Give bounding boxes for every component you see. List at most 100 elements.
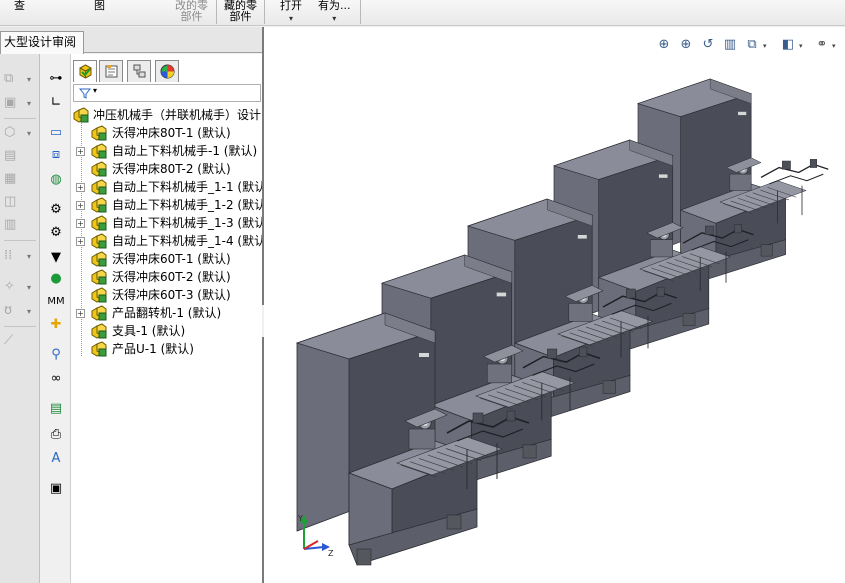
chevron-down-icon: ▾ (27, 252, 32, 261)
gear-icon[interactable]: ⚙ (47, 224, 65, 242)
ribbon-item-label: 部件 (229, 10, 252, 23)
ribbon-item-hidden-components[interactable]: 藏的零 部件 (224, 0, 257, 22)
ribbon-item-label: 图 (94, 0, 105, 12)
tree-item-label: 自动上下料机械手_1-2 (默认) (112, 198, 262, 212)
ribbon-item-check[interactable]: 查 (14, 0, 25, 11)
subassembly-icon (91, 197, 107, 213)
tree-item[interactable]: + 自动上下料机械手_1-1 (默认) (71, 178, 262, 196)
move-component-icon[interactable]: ⬡ (4, 126, 22, 140)
binoculars-icon[interactable]: ∞ (47, 370, 65, 388)
chevron-down-icon: ▾ (288, 14, 293, 23)
component-icon (91, 323, 107, 339)
command-ribbon: 查 图 改的零 部件 藏的零 部件 打开 ▾ 有为... ▾ (0, 0, 845, 26)
tree-item[interactable]: 沃得冲床60T-3 (默认) (71, 286, 262, 304)
assembly-feature-icon[interactable]: ▦ (4, 172, 22, 186)
tree-item-label: 沃得冲床60T-3 (默认) (112, 288, 231, 302)
ribbon-item-label: 打开 (280, 0, 302, 12)
report-icon[interactable]: ▣ (47, 480, 65, 498)
tree-item[interactable]: + 自动上下料机械手_1-4 (默认) (71, 232, 262, 250)
tree-item[interactable]: 沃得冲床60T-2 (默认) (71, 268, 262, 286)
print-icon[interactable]: ⎙ (47, 426, 65, 444)
tab-configuration-manager[interactable] (127, 60, 151, 82)
tree-item[interactable]: 沃得冲床80T-2 (默认) (71, 160, 262, 178)
excel-icon[interactable]: ▤ (47, 400, 65, 418)
ribbon-tab-row: 大型设计审阅 (0, 27, 262, 54)
chevron-down-icon: ▾ (27, 307, 32, 316)
chevron-down-icon: ▾ (27, 129, 32, 138)
tree-item[interactable]: 沃得冲床80T-1 (默认) (71, 124, 262, 142)
tab-large-design-review[interactable]: 大型设计审阅 (0, 31, 84, 54)
feature-tree-icon (79, 64, 92, 79)
expand-icon[interactable]: + (76, 147, 85, 156)
smart-fasteners-icon[interactable]: ʊ (4, 304, 22, 318)
reference-geometry-icon[interactable]: ◫ (4, 195, 22, 209)
show-hidden-icon[interactable]: ▤ (4, 149, 22, 163)
globe-icon[interactable]: ◍ (47, 171, 65, 189)
tree-item[interactable]: + 产品翻转机-1 (默认) (71, 304, 262, 322)
assembly-model-view[interactable]: YZ (264, 27, 845, 583)
tree-item[interactable]: + 自动上下料机械手_1-2 (默认) (71, 196, 262, 214)
feature-tree: 冲压机械手（并联机械手）设计 沃得冲床80T-1 (默认) + 自动上下料机械手-1 … (71, 106, 262, 358)
move-icon[interactable]: ✚ (47, 316, 65, 334)
tree-item[interactable]: + 自动上下料机械手-1 (默认) (71, 142, 262, 160)
separator (4, 240, 36, 241)
expand-icon[interactable]: + (76, 183, 85, 192)
subassembly-icon (91, 179, 107, 195)
subassembly-icon (91, 305, 107, 321)
tree-root-assembly[interactable]: 冲压机械手（并联机械手）设计 (71, 106, 262, 124)
ribbon-item-open[interactable]: 打开 ▾ (280, 0, 302, 24)
component-icon (91, 341, 107, 357)
display-icon[interactable]: ▭ (47, 124, 65, 142)
axis-icon[interactable]: ∟ (47, 94, 65, 112)
tab-display-manager[interactable] (155, 60, 179, 82)
chevron-down-icon: ▾ (332, 14, 337, 23)
tree-item[interactable]: 沃得冲床60T-1 (默认) (71, 250, 262, 268)
tree-item-label: 沃得冲床60T-1 (默认) (112, 252, 231, 266)
ribbon-item-view[interactable]: 图 (94, 0, 105, 11)
ribbon-item-label: 部件 (180, 10, 203, 23)
search-icon[interactable]: ⚲ (47, 346, 65, 364)
configuration-icon (133, 64, 146, 78)
appearance-icon (160, 64, 175, 79)
funnel-icon[interactable]: ▼ (47, 249, 65, 267)
tree-item-label: 产品U-1 (默认) (112, 342, 194, 356)
graphics-viewport[interactable]: ⊕ ⊕ ↺ ▥ ⧉ ▾ ◧ ▾ ⚭ ▾ YZ (264, 27, 845, 583)
ribbon-item-modified-components[interactable]: 改的零 部件 (175, 0, 208, 22)
expand-icon[interactable]: + (76, 309, 85, 318)
expand-icon[interactable]: + (76, 219, 85, 228)
settings-icon[interactable]: ⚙ (47, 201, 65, 219)
tree-item[interactable]: 支具-1 (默认) (71, 322, 262, 340)
text-annotation-icon[interactable]: A (47, 450, 65, 468)
tree-item-label: 产品翻转机-1 (默认) (112, 306, 222, 320)
filter-icon (79, 88, 91, 99)
ribbon-separator (216, 0, 217, 24)
pin-icon[interactable]: ● (47, 270, 65, 288)
component-icon (91, 251, 107, 267)
ribbon-separator (360, 0, 361, 24)
insert-component-icon[interactable]: ⧉ (4, 72, 22, 86)
ribbon-item-label: 查 (14, 0, 25, 12)
chevron-down-icon: ▾ (93, 86, 98, 95)
pattern-icon[interactable]: ⁞⁞ (4, 249, 22, 263)
properties-icon (105, 65, 118, 78)
chevron-down-icon: ▾ (27, 99, 32, 108)
measure-icon[interactable]: ⊶ (47, 70, 65, 88)
tab-feature-manager[interactable] (73, 60, 97, 82)
spring-icon[interactable]: ⅯⅯ (47, 293, 65, 311)
instant3d-icon[interactable]: ⟋ (4, 334, 22, 348)
assembly-structure-icon[interactable]: ⧈ (47, 146, 65, 164)
subassembly-icon (91, 215, 107, 231)
tree-item[interactable]: 产品U-1 (默认) (71, 340, 262, 358)
assembly-icon (73, 107, 89, 123)
manager-tabs (71, 60, 262, 82)
chevron-down-icon: ▾ (27, 283, 32, 292)
ribbon-item-save-as[interactable]: 有为... ▾ (318, 0, 351, 24)
filter-bar[interactable]: ▾ (73, 84, 261, 102)
tab-property-manager[interactable] (99, 60, 123, 82)
exploded-view-icon[interactable]: ✧ (4, 280, 22, 294)
expand-icon[interactable]: + (76, 237, 85, 246)
tree-item[interactable]: + 自动上下料机械手_1-3 (默认) (71, 214, 262, 232)
new-motion-study-icon[interactable]: ▥ (4, 218, 22, 232)
expand-icon[interactable]: + (76, 201, 85, 210)
mate-icon[interactable]: ▣ (4, 96, 22, 110)
